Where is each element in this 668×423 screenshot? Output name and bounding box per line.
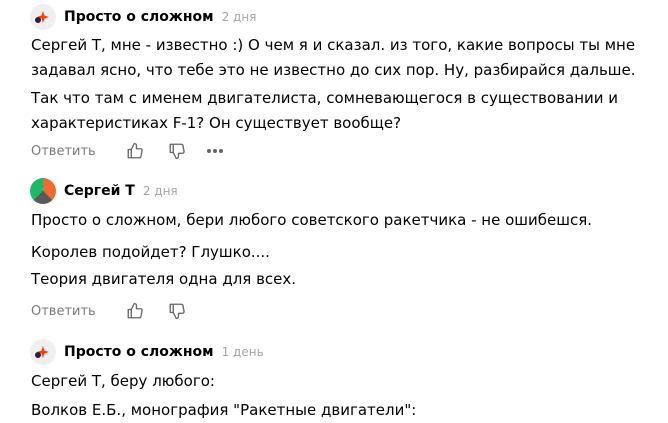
comment-time: 1 день [221,345,264,359]
comment-text: Сергей Т, беру любого: [31,372,215,390]
comment-text: Волков Е.Б., монография "Ракетные двигат… [31,401,417,419]
thumbs-down-icon[interactable] [166,140,188,162]
comment-text: Так что там с именем двигателиста, сомне… [31,89,619,132]
reply-button[interactable]: Ответить [31,304,96,319]
thumbs-down-icon[interactable] [166,300,188,322]
avatar[interactable] [30,339,56,365]
author-name[interactable]: Просто о сложном [64,344,214,360]
comment-text: Теория двигателя одна для всех. [31,270,297,288]
comment-time: 2 дня [221,10,257,24]
avatar[interactable] [30,178,56,204]
comment-text: Просто о сложном, бери любого советского… [31,211,592,229]
comment-actions: Ответить [31,140,96,162]
thumbs-up-icon[interactable] [124,300,146,322]
comment-header: Просто о сложном 2 дня [30,3,256,31]
avatar[interactable] [30,4,56,30]
comment-time: 2 дня [142,184,178,198]
comment-actions: Ответить [31,300,96,322]
comment-text: Королев подойдет? Глушко.... [31,243,270,261]
comment-text: Сергей Т, мне - известно :) О чем я и ск… [31,36,636,79]
brand-dot-icon [35,352,41,358]
thumbs-up-icon[interactable] [124,140,146,162]
reply-button[interactable]: Ответить [31,144,96,159]
author-name[interactable]: Просто о сложном [64,9,214,25]
comment-header: Сергей Т 2 дня [30,177,178,205]
author-name[interactable]: Сергей Т [64,183,135,199]
more-dots-icon[interactable] [204,140,226,162]
comment-header: Просто о сложном 1 день [30,338,264,366]
brand-dot-icon [35,17,41,23]
